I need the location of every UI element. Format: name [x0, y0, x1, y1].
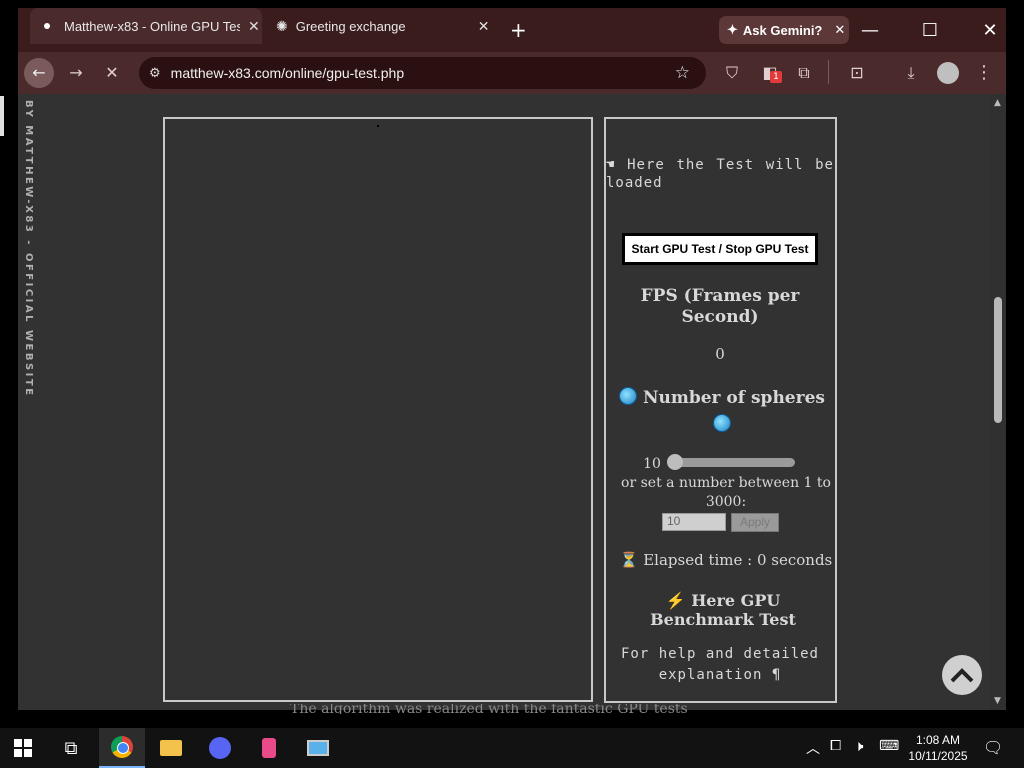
- window-controls: — ☐ ✕: [860, 12, 1000, 48]
- gpu-test-canvas[interactable]: [163, 117, 593, 702]
- volume-muted-icon[interactable]: 🕨: [854, 737, 863, 755]
- reading-mode-icon[interactable]: ⊡: [846, 63, 868, 82]
- benchmark-heading: ⚡ Here GPU Benchmark Test: [612, 591, 834, 629]
- tab-favicon-icon: [44, 23, 50, 29]
- start-stop-label: Start GPU Test / Stop GPU Test: [624, 236, 816, 262]
- site-info-icon[interactable]: ⚙: [149, 65, 161, 81]
- puzzle-extensions-icon[interactable]: ⧉: [793, 63, 815, 83]
- scrollbar-thumb[interactable]: [994, 297, 1002, 423]
- fps-value: 0: [715, 345, 725, 363]
- globe-icon: [619, 387, 638, 405]
- close-window-icon[interactable]: ✕: [980, 20, 1000, 41]
- elapsed-time: ⏳ Elapsed time : 0 seconds: [614, 551, 838, 569]
- clock-date: 10/11/2025: [908, 749, 968, 763]
- start-stop-gpu-test-button[interactable]: Start GPU Test / Stop GPU Test: [622, 233, 818, 265]
- chrome-icon: [111, 736, 133, 758]
- scroll-to-top-button[interactable]: [942, 655, 982, 695]
- spheres-slider[interactable]: [668, 458, 795, 467]
- profile-avatar[interactable]: [937, 62, 959, 84]
- spheres-title: Number of spheres: [642, 388, 825, 408]
- show-hidden-icons-chevron-up-icon[interactable]: ︿: [806, 738, 820, 758]
- ask-gemini-button[interactable]: ✦ Ask Gemini? ✕: [719, 16, 849, 44]
- extension-icon[interactable]: ◧ 1: [760, 63, 782, 83]
- set-number-label: or set a number between 1 to 3000:: [621, 475, 831, 510]
- taskbar-chrome[interactable]: [99, 728, 145, 768]
- spheres-heading: Number of spheres: [612, 386, 832, 437]
- pink-app-icon: [262, 738, 276, 758]
- stop-loading-button[interactable]: ✕: [100, 63, 124, 82]
- close-tab-icon[interactable]: ✕: [248, 18, 260, 35]
- clock-time: 1:08 AM: [915, 733, 961, 747]
- extension-badge: 1: [770, 71, 782, 83]
- maximize-icon[interactable]: ☐: [920, 20, 940, 41]
- folder-icon: [160, 740, 182, 756]
- spheres-number-input[interactable]: 10: [662, 513, 726, 531]
- windows-logo-icon: [14, 739, 32, 757]
- discord-icon: [209, 737, 231, 759]
- notifications-icon[interactable]: 🗨: [983, 738, 1003, 757]
- keyboard-icon[interactable]: ⌨: [879, 738, 899, 754]
- gemini-sparkle-icon: ✦: [727, 22, 738, 37]
- taskbar-app[interactable]: [246, 728, 292, 768]
- slider-value: 10: [643, 456, 661, 472]
- help-link[interactable]: For help and detailed explanation ¶: [612, 644, 828, 686]
- tab-gpu-test[interactable]: Matthew-x83 - Online GPU Test ✕: [30, 8, 262, 44]
- new-tab-button[interactable]: +: [510, 18, 527, 42]
- tab-title: Matthew-x83 - Online GPU Test: [64, 18, 240, 34]
- tab-greeting-exchange[interactable]: ✺ Greeting exchange ✕: [270, 8, 502, 44]
- menu-kebab-icon[interactable]: ⋮: [974, 62, 994, 83]
- ask-gemini-label: Ask Gemini?: [742, 22, 823, 38]
- forward-button[interactable]: →: [64, 63, 88, 82]
- chevron-up-icon: [950, 668, 974, 683]
- taskbar-remote-desktop[interactable]: [295, 728, 341, 768]
- close-gemini-icon[interactable]: ✕: [834, 22, 845, 38]
- url-text: matthew-x83.com/online/gpu-test.php: [170, 65, 405, 81]
- bookmark-star-icon[interactable]: ☆: [675, 63, 690, 83]
- taskbar-clock[interactable]: 1:08 AM 10/11/2025: [900, 732, 976, 764]
- taskbar-discord[interactable]: [197, 728, 243, 768]
- close-tab-icon[interactable]: ✕: [478, 18, 490, 35]
- slider-knob[interactable]: [667, 454, 683, 470]
- download-icon[interactable]: ⤓: [900, 63, 922, 83]
- scroll-down-arrow-icon[interactable]: ▼: [994, 696, 1001, 706]
- fps-title: FPS (Frames per Second): [640, 286, 800, 327]
- network-icon[interactable]: ⧠: [830, 738, 841, 754]
- shield-extension-icon[interactable]: ⛉: [722, 63, 742, 83]
- chatgpt-icon: ✺: [276, 17, 288, 34]
- globe-icon: [713, 414, 731, 432]
- edge-marker: [0, 96, 4, 136]
- back-button[interactable]: ←: [24, 58, 54, 88]
- taskbar-file-explorer[interactable]: [148, 728, 194, 768]
- start-button[interactable]: [0, 728, 46, 768]
- monitor-icon: [307, 740, 329, 756]
- canvas-dot: [377, 125, 379, 127]
- minimize-icon[interactable]: —: [860, 20, 880, 41]
- cutoff-footer-text: The algorithm was realized with the fant…: [290, 704, 688, 714]
- address-bar[interactable]: ⚙ matthew-x83.com/online/gpu-test.php ☆: [139, 57, 706, 89]
- hourglass-icon: ⏳: [619, 551, 639, 569]
- scroll-up-arrow-icon[interactable]: ▲: [994, 98, 1001, 108]
- elapsed-label: Elapsed time : 0 seconds: [643, 551, 833, 569]
- load-hint: ☚ Here the Test will be loaded: [606, 157, 834, 191]
- task-view-icon[interactable]: ⧉: [48, 728, 94, 768]
- tab-title: Greeting exchange: [295, 18, 406, 34]
- toolbar-divider: [828, 60, 829, 84]
- vertical-banner: BY MATTHEW-X83 - OFFICIAL WEBSITE: [23, 100, 34, 398]
- lightning-icon: ⚡: [665, 591, 686, 610]
- apply-button[interactable]: Apply: [731, 513, 779, 532]
